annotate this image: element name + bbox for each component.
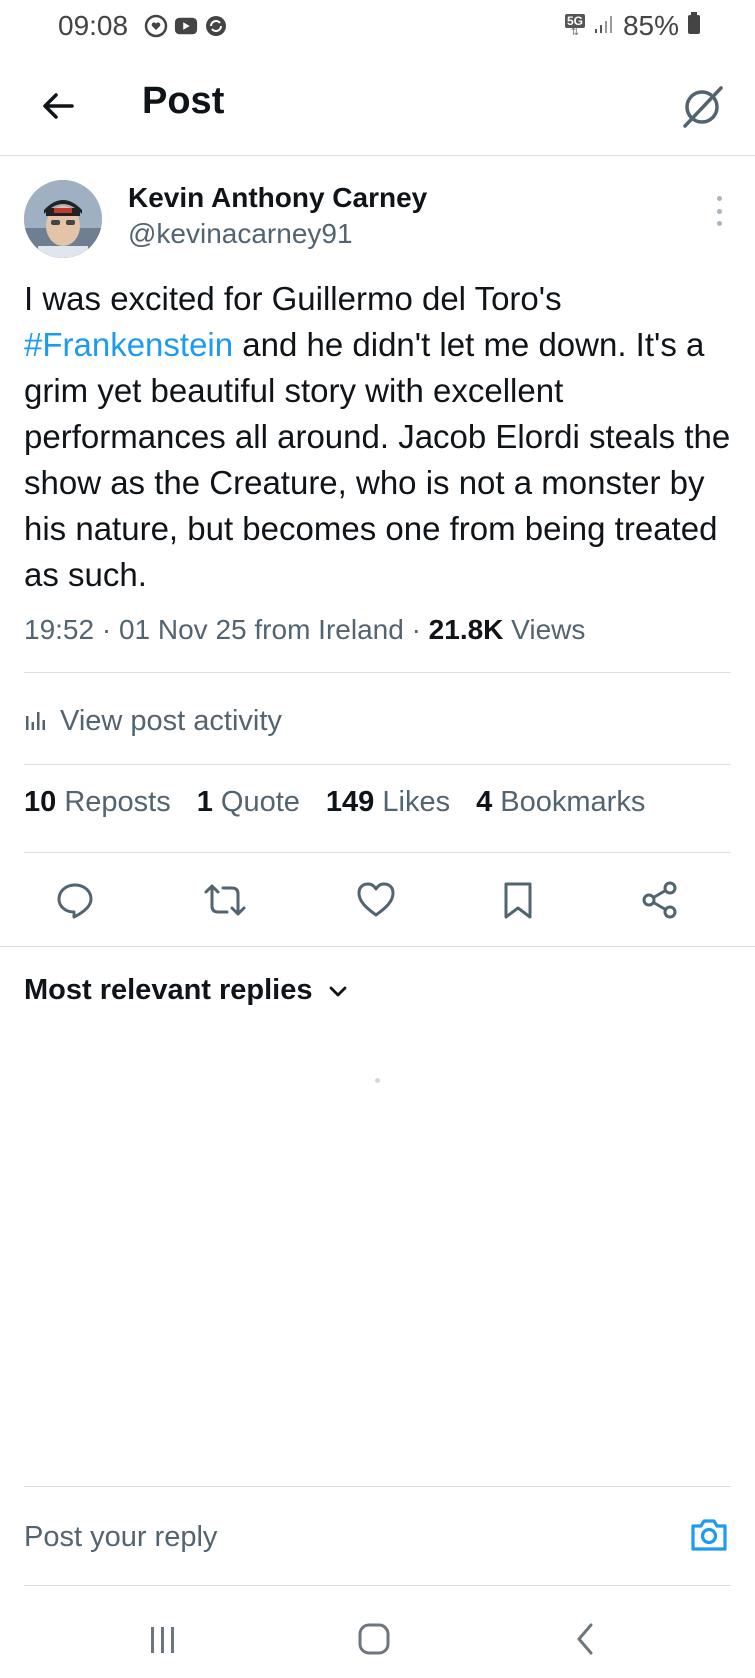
views-label: Views xyxy=(511,614,586,645)
back-nav-icon xyxy=(577,1623,593,1655)
stats-icon xyxy=(26,712,45,730)
view-post-activity-button[interactable]: View post activity xyxy=(24,696,282,746)
bookmark-icon xyxy=(504,882,532,919)
avatar[interactable] xyxy=(24,180,102,258)
grok-button[interactable] xyxy=(675,78,731,134)
view-post-activity-label: View post activity xyxy=(60,704,282,737)
youtube-icon xyxy=(174,14,198,38)
reply-composer: Post your reply xyxy=(24,1486,731,1586)
signal-icon xyxy=(593,10,615,42)
more-options-button[interactable] xyxy=(707,196,731,226)
header: Post xyxy=(0,60,755,156)
recents-button[interactable] xyxy=(132,1614,192,1664)
divider xyxy=(24,672,731,673)
chevron-down-icon xyxy=(329,986,346,996)
system-back-button[interactable] xyxy=(556,1614,616,1664)
post-text-end: and he didn't let me down. It's a grim y… xyxy=(24,326,731,593)
hashtag-link[interactable]: #Frankenstein xyxy=(24,326,233,363)
loading-indicator xyxy=(375,1078,380,1083)
views-count: 21.8K xyxy=(428,614,504,645)
system-status-icons: 5G ⇅ 85% xyxy=(564,10,701,42)
share-button[interactable] xyxy=(636,876,684,924)
more-vertical-icon xyxy=(716,196,722,201)
post-date-location: 01 Nov 25 from Ireland xyxy=(118,614,404,645)
share-icon xyxy=(642,881,677,919)
quotes-stat[interactable]: 1 Quote xyxy=(197,786,300,819)
bookmark-button[interactable] xyxy=(494,876,542,924)
camera-icon xyxy=(691,1519,727,1551)
reply-icon xyxy=(57,883,93,919)
divider xyxy=(24,852,731,853)
replies-sort-dropdown[interactable]: Most relevant replies xyxy=(24,974,349,1007)
post-text: I was excited for Guillermo del Toro's #… xyxy=(24,276,731,598)
battery-icon xyxy=(687,10,701,42)
home-button[interactable] xyxy=(344,1614,404,1664)
reposts-stat[interactable]: 10 Reposts xyxy=(24,786,171,819)
grok-icon xyxy=(683,86,723,128)
notification-heart-icon xyxy=(144,14,168,38)
repost-button[interactable] xyxy=(201,876,249,924)
repost-icon xyxy=(204,884,246,916)
like-button[interactable] xyxy=(352,876,400,924)
battery-percent: 85% xyxy=(622,10,679,41)
back-button[interactable] xyxy=(34,82,82,130)
post-actions xyxy=(24,870,731,930)
bookmarks-stat[interactable]: 4 Bookmarks xyxy=(476,786,645,819)
recents-icon xyxy=(151,1627,174,1653)
post-meta: 19:52 · 01 Nov 25 from Ireland · 21.8K V… xyxy=(24,614,586,645)
notification-icons xyxy=(144,14,228,38)
status-bar: 09:08 5G ⇅ 85% xyxy=(0,0,755,54)
home-icon xyxy=(358,1623,390,1655)
back-arrow-icon xyxy=(43,93,74,119)
divider xyxy=(24,764,731,765)
status-time: 09:08 xyxy=(58,10,129,41)
likes-stat[interactable]: 149 Likes xyxy=(326,786,450,819)
system-nav-bar xyxy=(0,1600,755,1678)
reply-button[interactable] xyxy=(51,876,99,924)
section-divider xyxy=(0,946,755,947)
sync-icon xyxy=(204,14,228,38)
page-title: Post xyxy=(142,80,225,122)
replies-sort-label: Most relevant replies xyxy=(24,974,313,1006)
reply-input[interactable]: Post your reply xyxy=(24,1521,217,1554)
like-icon xyxy=(357,882,395,917)
network-5g-icon: 5G ⇅ xyxy=(564,14,585,38)
post-text-start: I was excited for Guillermo del Toro's xyxy=(24,280,562,317)
post-time: 19:52 xyxy=(24,614,95,645)
author-handle[interactable]: @kevinacarney91 xyxy=(128,218,353,250)
post-stats: 10 Reposts 1 Quote 149 Likes 4 Bookmarks xyxy=(24,786,645,819)
author-name[interactable]: Kevin Anthony Carney xyxy=(128,182,427,214)
camera-button[interactable] xyxy=(687,1513,731,1557)
